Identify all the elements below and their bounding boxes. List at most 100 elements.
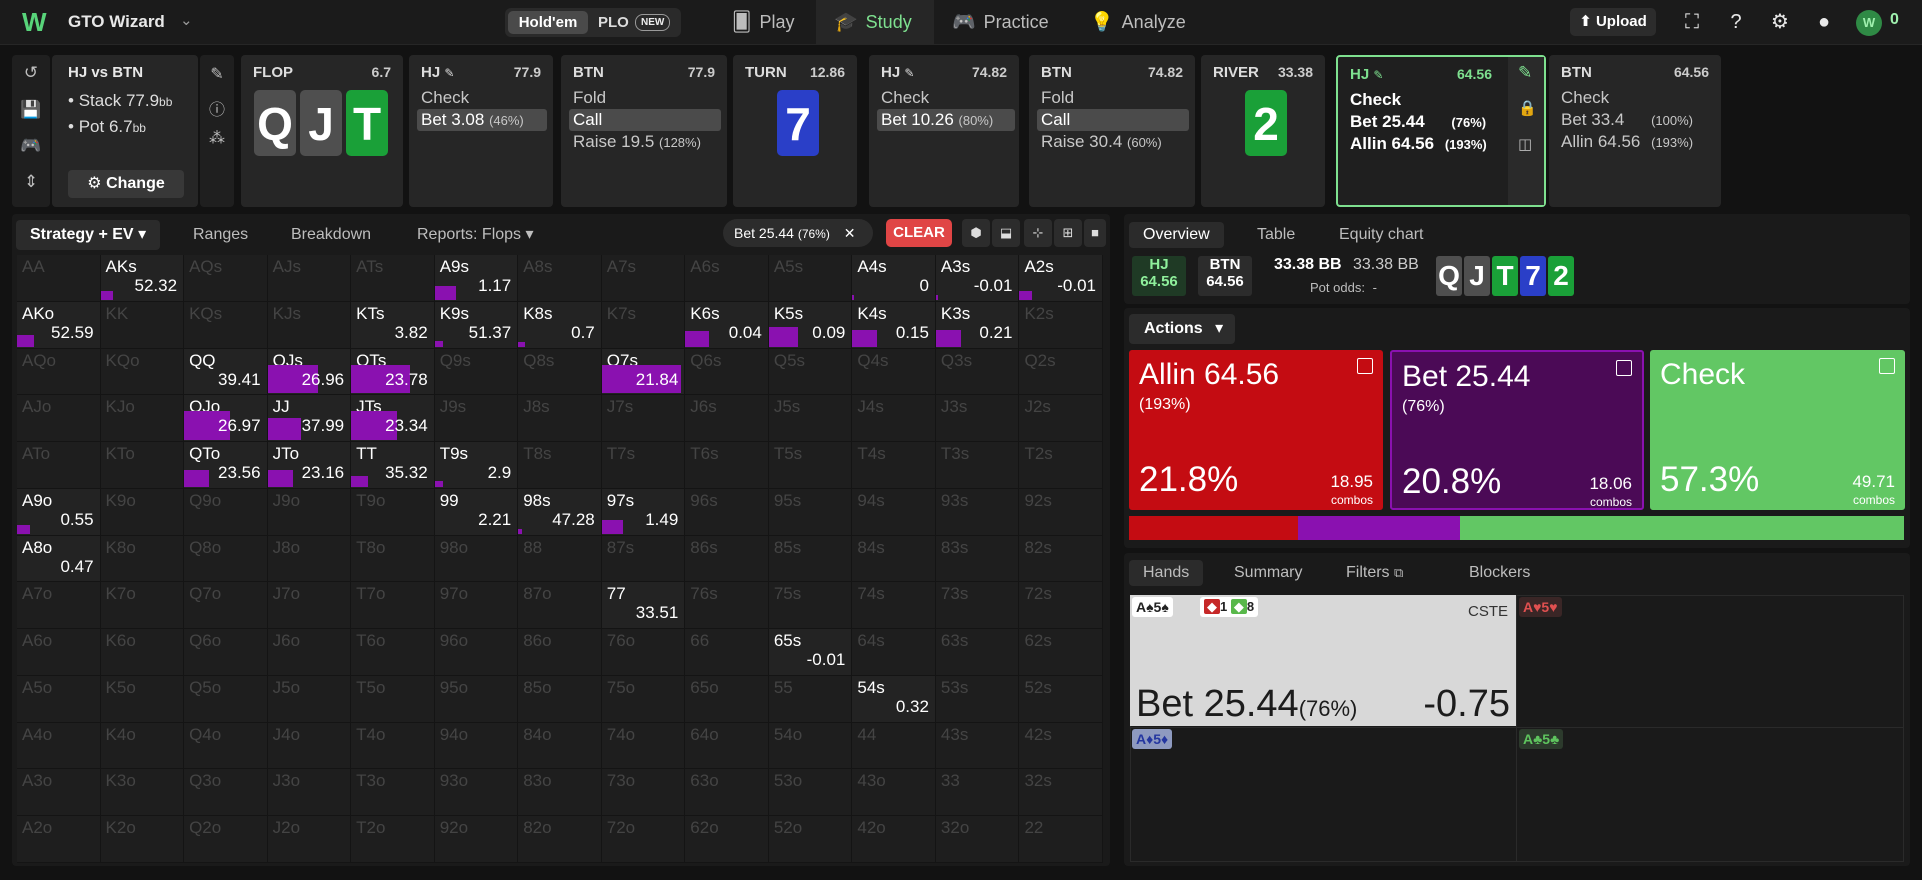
option-check[interactable]: Check — [881, 88, 929, 108]
plo-toggle[interactable]: PLO — [598, 11, 629, 34]
matrix-cell-J5s[interactable]: J5s — [768, 395, 853, 443]
matrix-cell-AJs[interactable]: AJs — [267, 255, 352, 302]
matrix-cell-QJs[interactable]: QJs 26.96 — [267, 348, 352, 396]
matrix-cell-86o[interactable]: 86o — [518, 629, 602, 676]
matrix-cell-84o[interactable]: 84o — [518, 722, 602, 770]
option-bet[interactable]: Bet 33.4 (100%) — [1561, 110, 1693, 130]
matrix-cell-93o[interactable]: 93o — [434, 769, 519, 817]
tab-overview[interactable]: Overview — [1129, 222, 1224, 248]
matrix-cell-85s[interactable]: 85s — [768, 535, 853, 583]
matrix-cell-K3s[interactable]: K3s 0.21 — [935, 301, 1020, 349]
matrix-cell-32s[interactable]: 32s — [1019, 769, 1103, 817]
matrix-cell-T3o[interactable]: T3o — [351, 769, 435, 817]
matrix-cell-T5o[interactable]: T5o — [351, 675, 435, 723]
matrix-cell-QTo[interactable]: QTo 23.56 — [184, 442, 268, 489]
matrix-cell-QQ[interactable]: QQ 39.41 — [184, 348, 268, 396]
matrix-cell-J2o[interactable]: J2o — [267, 816, 352, 863]
matrix-cell-J2s[interactable]: J2s — [1019, 395, 1103, 443]
matrix-cell-K6s[interactable]: K6s 0.04 — [685, 301, 769, 349]
matrix-cell-K5o[interactable]: K5o — [100, 675, 185, 723]
matrix-cell-T9s[interactable]: T9s 2.9 — [434, 442, 519, 489]
option-check[interactable]: Check — [1561, 88, 1609, 108]
matrix-cell-ATo[interactable]: ATo — [17, 442, 101, 489]
matrix-cell-T8s[interactable]: T8s — [518, 442, 602, 489]
matrix-cell-JTo[interactable]: JTo 23.16 — [267, 442, 352, 489]
matrix-cell-93s[interactable]: 93s — [935, 488, 1020, 536]
matrix-cell-62s[interactable]: 62s — [1019, 629, 1103, 676]
matrix-cell-86s[interactable]: 86s — [685, 535, 769, 583]
matrix-cell-76o[interactable]: 76o — [601, 629, 686, 676]
matrix-cell-54s[interactable]: 54s 0.32 — [852, 675, 936, 723]
matrix-cell-A8o[interactable]: A8o 0.47 — [17, 535, 101, 583]
matrix-cell-66[interactable]: 66 — [685, 629, 769, 676]
pencil-icon[interactable]: ✎ — [1518, 63, 1532, 83]
matrix-cell-42s[interactable]: 42s — [1019, 722, 1103, 770]
hand-card-main[interactable]: A♠5♠ ◆ 1 ◆ 8 CSTE Bet 25.44(76%) -0.75 — [1130, 595, 1516, 726]
nav-analyze[interactable]: 💡 Analyze — [1090, 0, 1220, 44]
matrix-cell-J8s[interactable]: J8s — [518, 395, 602, 443]
stage-hj-river[interactable]: HJ ✎ 64.56 Check Bet 25.44 (76%) Allin 6… — [1336, 55, 1546, 207]
matrix-cell-TT[interactable]: TT 35.32 — [351, 442, 435, 489]
matrix-cell-T2o[interactable]: T2o — [351, 816, 435, 863]
help-icon[interactable]: ? — [1724, 10, 1748, 34]
matrix-cell-44[interactable]: 44 — [852, 722, 936, 770]
matrix-cell-Q4s[interactable]: Q4s — [852, 348, 936, 396]
matrix-cell-KJs[interactable]: KJs — [267, 301, 352, 349]
matrix-cell-63o[interactable]: 63o — [685, 769, 769, 817]
matrix-cell-J9s[interactable]: J9s — [434, 395, 519, 443]
stage-river[interactable]: RIVER 33.38 2 — [1201, 55, 1325, 207]
matrix-cell-33[interactable]: 33 — [935, 769, 1020, 817]
matrix-cell-KJo[interactable]: KJo — [100, 395, 185, 443]
action-allin[interactable]: Allin 64.56 (193%) 21.8% 18.95 combos — [1129, 350, 1383, 510]
hand-tag[interactable]: A♥5♥ — [1519, 597, 1562, 617]
matrix-cell-T6o[interactable]: T6o — [351, 629, 435, 676]
tab-summary[interactable]: Summary — [1234, 560, 1302, 586]
gear-icon[interactable]: ⚙ — [1768, 10, 1792, 34]
option-call[interactable]: Call — [573, 110, 602, 130]
matrix-cell-K9s[interactable]: K9s 51.37 — [434, 301, 519, 349]
matrix-cell-Q8o[interactable]: Q8o — [184, 535, 268, 583]
matrix-cell-95o[interactable]: 95o — [434, 675, 519, 723]
gamepad-icon[interactable]: 🎮 — [19, 136, 43, 160]
matrix-cell-83s[interactable]: 83s — [935, 535, 1020, 583]
matrix-cell-64o[interactable]: 64o — [685, 722, 769, 770]
option-allin[interactable]: Allin 64.56 (193%) — [1350, 134, 1487, 154]
matrix-cell-K2s[interactable]: K2s — [1019, 301, 1103, 349]
matrix-cell-T4s[interactable]: T4s — [852, 442, 936, 489]
matrix-cell-A6s[interactable]: A6s — [685, 255, 769, 302]
matrix-cell-A4o[interactable]: A4o — [17, 722, 101, 770]
stage-btn-flop[interactable]: BTN 77.9 Fold Call Raise 19.5 (128%) — [561, 55, 727, 207]
matrix-cell-Q3o[interactable]: Q3o — [184, 769, 268, 817]
matrix-cell-K9o[interactable]: K9o — [100, 488, 185, 536]
matrix-cell-96s[interactable]: 96s — [685, 488, 769, 536]
matrix-cell-J8o[interactable]: J8o — [267, 535, 352, 583]
matrix-cell-JTs[interactable]: JTs 23.34 — [351, 395, 435, 443]
tab-table[interactable]: Table — [1257, 222, 1295, 248]
matrix-cell-82o[interactable]: 82o — [518, 816, 602, 863]
matrix-cell-T7s[interactable]: T7s — [601, 442, 686, 489]
stage-hj-flop[interactable]: HJ ✎ 77.9 Check Bet 3.08 (46%) — [409, 55, 553, 207]
option-raise[interactable]: Raise 19.5 (128%) — [573, 132, 701, 152]
matrix-cell-Q5s[interactable]: Q5s — [768, 348, 853, 396]
details-icon[interactable] — [1357, 358, 1373, 374]
option-call[interactable]: Call — [1041, 110, 1070, 130]
tab-filters[interactable]: Filters ⧉ — [1346, 560, 1403, 586]
chevron-down-icon[interactable]: ⌄ — [180, 11, 193, 29]
matrix-cell-KK[interactable]: KK — [100, 301, 185, 349]
clear-button[interactable]: CLEAR — [886, 219, 952, 247]
tab-ranges[interactable]: Ranges — [193, 220, 248, 250]
tab-blockers[interactable]: Blockers — [1469, 560, 1530, 586]
tab-equity-chart[interactable]: Equity chart — [1339, 222, 1423, 248]
split-icon[interactable]: ◫ — [1518, 135, 1532, 153]
matrix-cell-A7s[interactable]: A7s — [601, 255, 686, 302]
matrix-cell-99[interactable]: 99 2.21 — [434, 488, 519, 536]
nav-study[interactable]: 🎓 Study — [816, 0, 934, 44]
matrix-cell-J3o[interactable]: J3o — [267, 769, 352, 817]
matrix-cell-A2o[interactable]: A2o — [17, 816, 101, 863]
matrix-cell-ATs[interactable]: ATs — [351, 255, 435, 302]
matrix-cell-K7s[interactable]: K7s — [601, 301, 686, 349]
view-3d-icon[interactable]: ⬢ — [962, 219, 990, 247]
matrix-cell-Q5o[interactable]: Q5o — [184, 675, 268, 723]
matrix-cell-A3s[interactable]: A3s -0.01 — [935, 255, 1020, 302]
matrix-cell-KQo[interactable]: KQo — [100, 348, 185, 396]
